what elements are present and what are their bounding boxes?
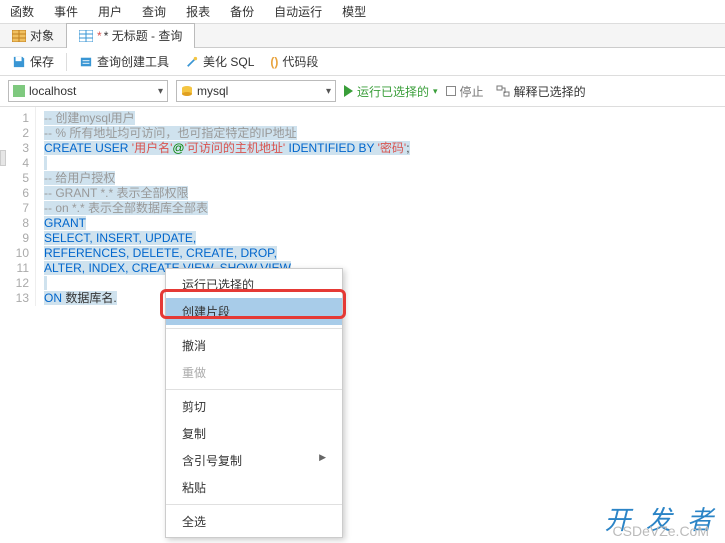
builder-icon (79, 56, 93, 68)
code-str: '密码' (378, 141, 407, 155)
ctx-redo: 重做 (166, 359, 342, 386)
code-line: REFERENCES, DELETE, CREATE, DROP, (44, 246, 277, 260)
context-menu: 运行已选择的 创建片段 撤消 重做 剪切 复制 含引号复制 ▶ 粘贴 全选 (165, 268, 343, 538)
separator (166, 389, 342, 390)
run-label: 运行已选择的 (357, 83, 429, 100)
plug-icon (13, 85, 25, 97)
table-icon (12, 30, 26, 42)
code-line: -- GRANT *.* 表示全部权限 (44, 186, 188, 200)
stop-icon (446, 86, 456, 96)
explain-button[interactable]: 解释已选择的 (492, 81, 590, 102)
code-line: 数据库名 (62, 291, 113, 305)
separator (166, 328, 342, 329)
code-str: '可访问的主机地址' (185, 141, 286, 155)
chevron-down-icon: ▾ (158, 86, 163, 97)
menu-auto[interactable]: 自动运行 (264, 0, 332, 24)
code-line: -- 创建mysql用户 (44, 111, 135, 125)
beautify-button[interactable]: 美化 SQL (181, 51, 258, 72)
tab-bar: 对象 * * 无标题 - 查询 (0, 24, 725, 48)
snippet-label: 代码段 (282, 53, 318, 70)
chevron-down-icon: ▾ (326, 86, 331, 97)
tab-query-label: * 无标题 - 查询 (104, 24, 183, 48)
code-area[interactable]: -- 创建mysql用户 -- % 所有地址均可访问，也可指定特定的IP地址 C… (36, 107, 725, 306)
separator (66, 53, 67, 71)
menu-query[interactable]: 查询 (132, 0, 176, 24)
code-line: -- 给用户授权 (44, 171, 115, 185)
ctx-cut[interactable]: 剪切 (166, 393, 342, 420)
ctx-run-selected[interactable]: 运行已选择的 (166, 271, 342, 298)
stop-button[interactable]: 停止 (446, 83, 484, 100)
modified-star: * (97, 24, 102, 48)
code-line: -- on *.* 表示全部数据库全部表 (44, 201, 208, 215)
explain-label: 解释已选择的 (514, 83, 586, 100)
host-select[interactable]: localhost ▾ (8, 80, 168, 102)
query-builder-button[interactable]: 查询创建工具 (75, 51, 173, 72)
menu-event[interactable]: 事件 (44, 0, 88, 24)
query-icon (79, 30, 93, 42)
stop-label: 停止 (460, 83, 484, 100)
ctx-copy-quoted-label: 含引号复制 (182, 454, 242, 468)
host-label: localhost (29, 84, 76, 98)
code-kw: CREATE USER (44, 141, 132, 155)
toolbar: 保存 查询创建工具 美化 SQL () 代码段 (0, 48, 725, 76)
save-label: 保存 (30, 53, 54, 70)
separator (166, 504, 342, 505)
code-kw: ON (44, 291, 62, 305)
ctx-create-snippet[interactable]: 创建片段 (166, 298, 342, 325)
db-label: mysql (197, 84, 228, 98)
wand-icon (185, 56, 199, 68)
code-punct: ; (406, 141, 409, 155)
menu-backup[interactable]: 备份 (220, 0, 264, 24)
brackets-icon: () (270, 55, 278, 69)
builder-label: 查询创建工具 (97, 53, 169, 70)
tab-object[interactable]: 对象 (0, 24, 66, 48)
code-line: SELECT, INSERT, UPDATE, (44, 231, 196, 245)
tab-object-label: 对象 (30, 24, 54, 48)
tab-query[interactable]: * * 无标题 - 查询 (66, 23, 195, 48)
line-gutter: 12345678910111213 (0, 107, 36, 306)
code-line (44, 276, 47, 290)
save-button[interactable]: 保存 (8, 51, 58, 72)
ctx-paste[interactable]: 粘贴 (166, 474, 342, 501)
code-line: GRANT (44, 216, 86, 230)
left-collapse-handle[interactable] (0, 150, 6, 166)
dropdown-arrow-icon[interactable]: ▾ (433, 86, 438, 97)
db-icon (181, 85, 193, 97)
code-line: -- % 所有地址均可访问，也可指定特定的IP地址 (44, 126, 297, 140)
connection-bar: localhost ▾ mysql ▾ 运行已选择的 ▾ 停止 解释已选择的 (0, 76, 725, 106)
ctx-copy[interactable]: 复制 (166, 420, 342, 447)
run-button[interactable]: 运行已选择的 ▾ (344, 83, 438, 100)
sql-editor[interactable]: 12345678910111213 -- 创建mysql用户 -- % 所有地址… (0, 106, 725, 306)
menu-user[interactable]: 用户 (88, 0, 132, 24)
code-str: '用户名' (132, 141, 173, 155)
code-op: @ (172, 141, 184, 155)
top-menu[interactable]: 函数 事件 用户 查询 报表 备份 自动运行 模型 (0, 0, 725, 24)
menu-model[interactable]: 模型 (332, 0, 376, 24)
beautify-label: 美化 SQL (203, 53, 254, 70)
ctx-select-all[interactable]: 全选 (166, 508, 342, 535)
watermark-sub: CSDeVZe.CoM (613, 523, 709, 539)
play-icon (344, 85, 353, 97)
snippet-button[interactable]: () 代码段 (266, 51, 322, 72)
menu-report[interactable]: 报表 (176, 0, 220, 24)
submenu-arrow-icon: ▶ (319, 452, 326, 463)
save-icon (12, 56, 26, 68)
ctx-copy-quoted[interactable]: 含引号复制 ▶ (166, 447, 342, 474)
menu-fn[interactable]: 函数 (0, 0, 44, 24)
ctx-undo[interactable]: 撤消 (166, 332, 342, 359)
code-kw: IDENTIFIED BY (285, 141, 377, 155)
db-select[interactable]: mysql ▾ (176, 80, 336, 102)
code-line (44, 156, 47, 170)
explain-icon (496, 85, 510, 97)
